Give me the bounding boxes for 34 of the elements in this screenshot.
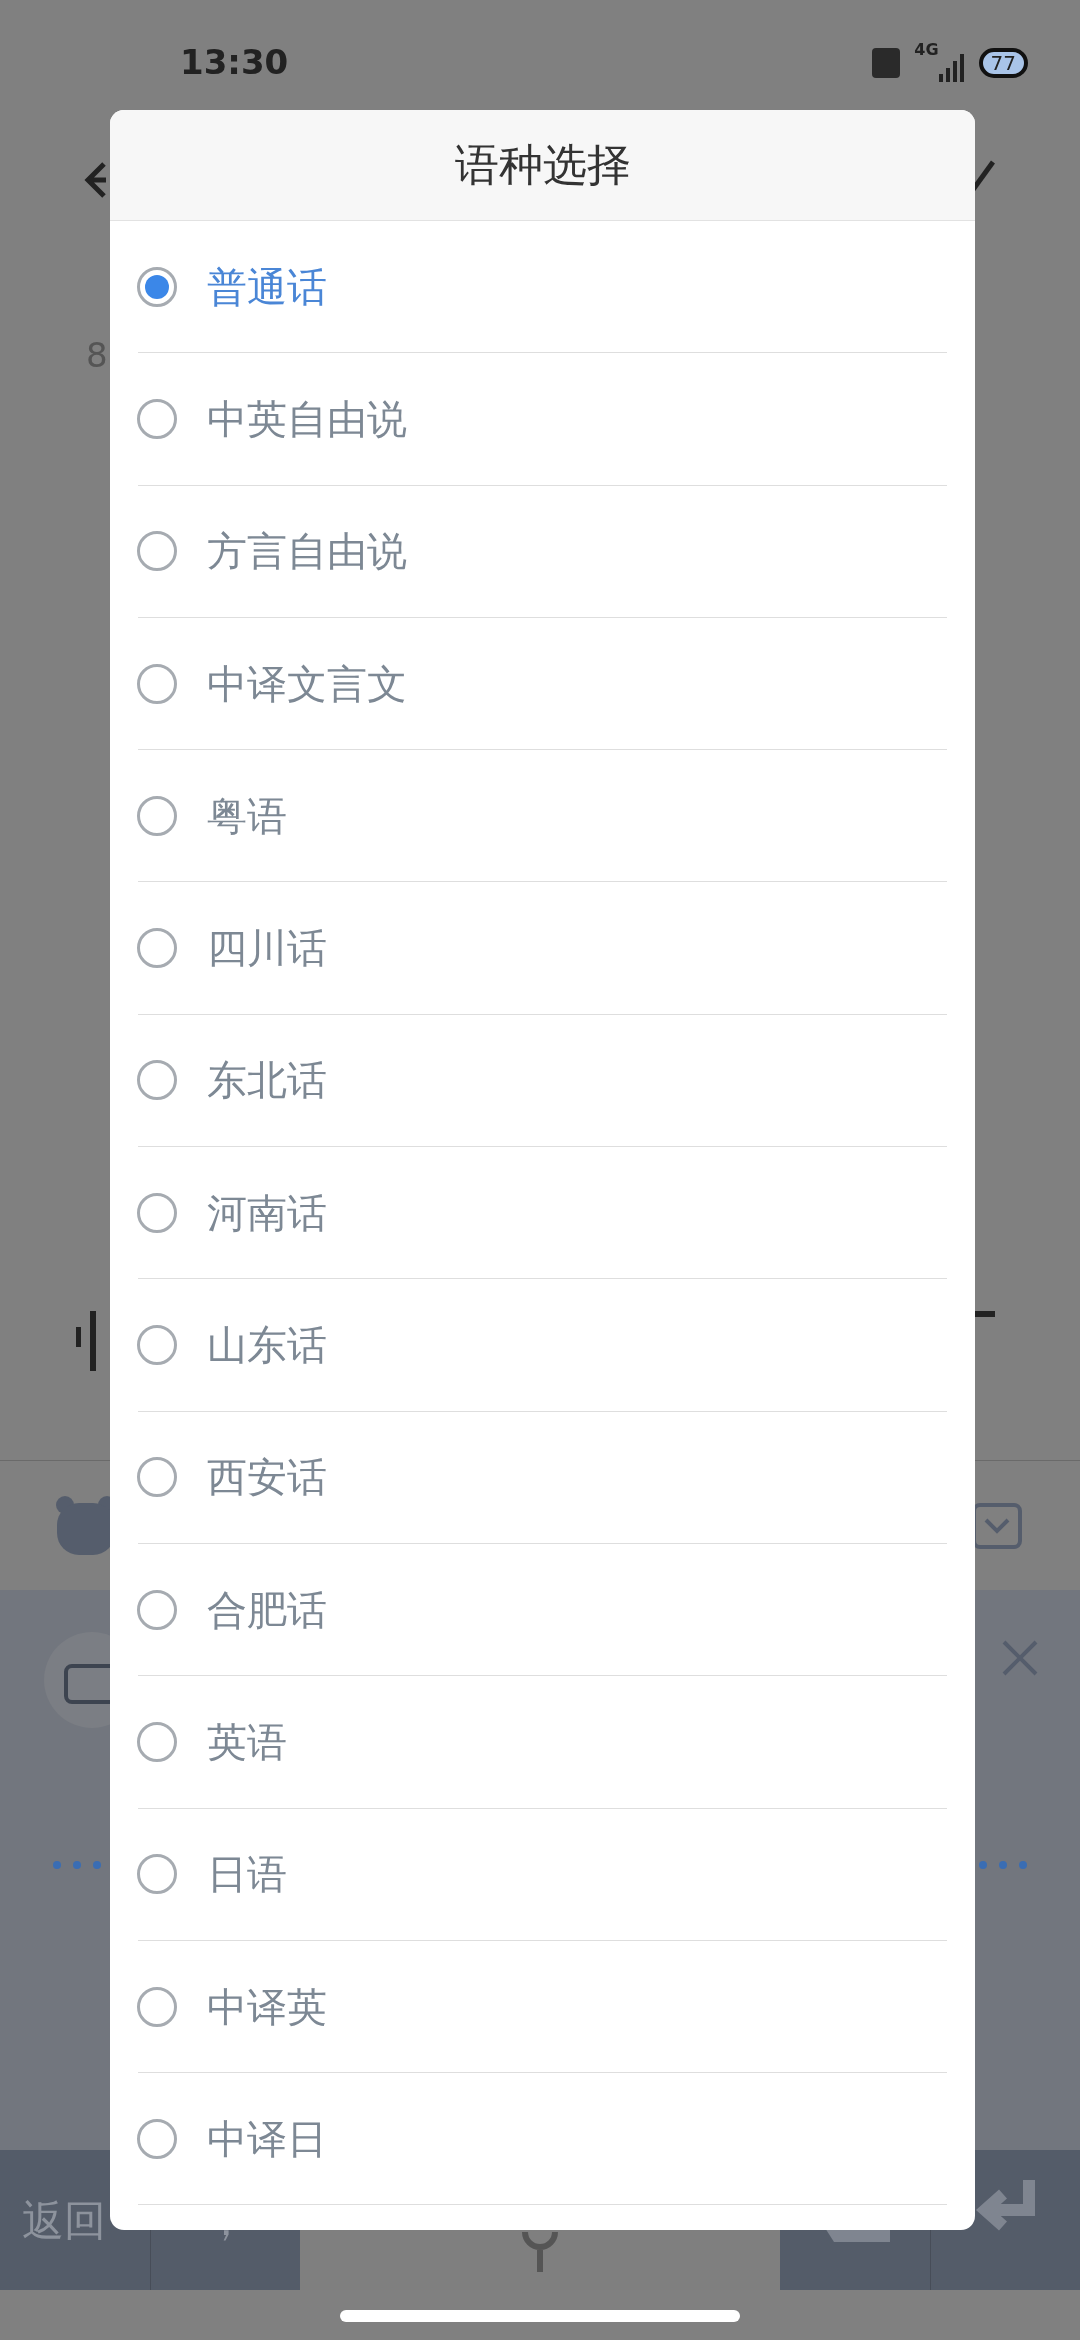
language-option[interactable]: 中译英 (138, 1940, 947, 2074)
option-label: 合肥话 (207, 1585, 327, 1635)
option-label: 日语 (207, 1850, 287, 1900)
option-label: 中译文言文 (207, 659, 407, 709)
dialog-title: 语种选择 (454, 138, 631, 192)
language-option[interactable]: 山东话 (138, 1279, 947, 1412)
option-label: 方言自由说 (207, 527, 407, 577)
option-label: 粤语 (207, 791, 287, 841)
language-option[interactable]: 中译文言文 (138, 617, 947, 751)
language-option[interactable]: 西安话 (138, 1411, 947, 1544)
language-option[interactable]: 粤语 (138, 750, 947, 883)
option-label: 东北话 (207, 1056, 327, 1106)
option-label: 中英自由说 (207, 394, 407, 444)
option-label: 河南话 (207, 1188, 327, 1238)
option-label: 四川话 (207, 924, 327, 974)
language-option[interactable]: 英语 (138, 1676, 947, 1809)
language-option[interactable]: 普通话 (138, 221, 947, 354)
option-label: 山东话 (207, 1321, 327, 1370)
language-option[interactable]: 合肥话 (138, 1543, 947, 1677)
language-option[interactable]: 东北话 (138, 1014, 947, 1148)
option-label: 英语 (207, 1717, 287, 1767)
option-label: 中译日 (207, 2114, 327, 2164)
language-option[interactable]: 四川话 (138, 882, 947, 1015)
option-label: 中译英 (207, 1982, 327, 2032)
language-option[interactable]: 方言自由说 (138, 485, 947, 618)
language-option[interactable]: 中英自由说 (138, 353, 947, 486)
option-label: 西安话 (207, 1453, 327, 1503)
battery-level: 77 (978, 47, 1028, 78)
language-option[interactable]: 日语 (138, 1808, 947, 1941)
network-type: 4G (914, 39, 939, 61)
language-option[interactable]: 中译日 (138, 2073, 947, 2206)
status-time: 13:30 (180, 41, 289, 84)
option-label: 普通话 (207, 262, 327, 312)
language-option[interactable]: 河南话 (138, 1147, 947, 1280)
